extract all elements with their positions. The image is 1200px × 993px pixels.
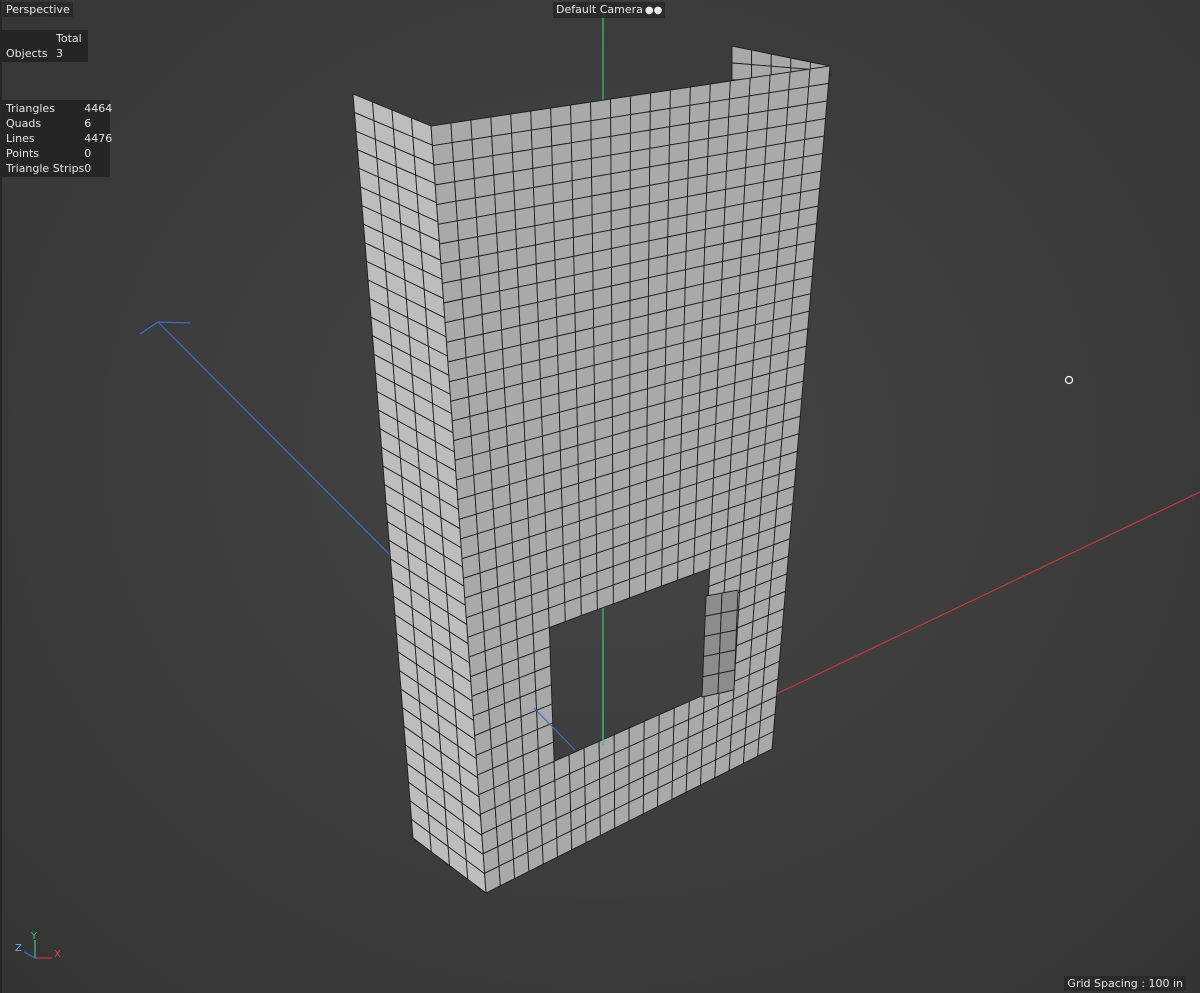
mesh-face (437, 220, 459, 245)
mesh-face (551, 161, 573, 185)
world-axis-z-cap2 (139, 321, 159, 335)
stats-value: 0 (84, 147, 92, 160)
mesh-face (451, 138, 474, 163)
mesh-face (610, 132, 631, 156)
mesh-face (669, 86, 691, 109)
camera-name-label: Default Camera (556, 3, 643, 16)
object-stats-panel: Total Objects 3 (2, 30, 88, 62)
mesh-face (718, 649, 737, 674)
mesh-face (512, 148, 534, 173)
stats-value: 6 (84, 117, 92, 130)
mesh-face (701, 672, 720, 698)
mesh-face (720, 589, 739, 614)
gizmo-z-label: Z (15, 943, 22, 954)
mesh-face (704, 592, 723, 617)
mesh-face (455, 197, 477, 222)
grid-spacing-label: Grid Spacing : 100 in (1064, 976, 1186, 991)
mesh-face (471, 135, 494, 160)
mesh-face (550, 123, 572, 147)
mesh-face (570, 139, 592, 163)
geometry-stats-panel: Triangles 4464 Quads 6 Lines 4476 Points… (2, 100, 112, 177)
front-wall-mesh (430, 65, 831, 894)
mesh-face (570, 101, 592, 125)
mesh-face (454, 177, 476, 202)
mesh-face (590, 98, 612, 122)
stats-row: Objects 3 (6, 46, 82, 61)
mesh-face (492, 151, 514, 176)
mesh-face (570, 120, 592, 144)
3d-viewport[interactable]: Perspective Default Camera ●● Total Objec… (0, 0, 1200, 993)
mesh-face (473, 174, 496, 199)
world-axis-x (769, 491, 1200, 698)
mesh-face (719, 609, 738, 634)
mesh-face (689, 83, 711, 106)
mesh-face (490, 113, 513, 137)
stats-row: Triangle Strips 0 (6, 161, 112, 176)
mesh-face (431, 142, 454, 166)
mesh-face (530, 126, 553, 150)
mesh-face (550, 104, 572, 128)
mesh-face (430, 122, 453, 147)
mesh-face (511, 129, 533, 154)
mesh-face (436, 200, 458, 225)
axis-gizmo: Y Z X (10, 930, 70, 965)
camera-icon: ●● (644, 5, 663, 16)
stats-row: Points 0 (6, 146, 112, 161)
stats-row: Quads 6 (6, 116, 112, 131)
mesh-face (491, 132, 513, 157)
mesh-face (470, 116, 493, 141)
world-axis-z-cap (157, 321, 191, 324)
stats-value: 3 (56, 47, 63, 60)
stats-label: Points (6, 147, 40, 160)
mesh-face (472, 155, 495, 179)
mesh-face (551, 142, 573, 166)
mesh-face (610, 95, 631, 119)
mesh-face (532, 164, 554, 189)
mesh-face (703, 612, 722, 637)
world-axis-z (157, 321, 411, 576)
stats-label: Lines (6, 132, 35, 145)
mesh-face (433, 161, 456, 186)
mesh-face (770, 53, 792, 69)
stats-row: Triangles 4464 (6, 101, 112, 116)
mesh-face (629, 110, 651, 134)
mesh-face (450, 119, 473, 144)
gizmo-y-label: Y (31, 931, 38, 942)
mesh-face (703, 632, 721, 658)
cursor-ring-icon (1064, 375, 1074, 385)
stats-value: 0 (84, 162, 92, 175)
mesh-face (731, 45, 753, 66)
mesh-face (531, 145, 553, 169)
stats-label: Quads (6, 117, 42, 130)
stats-label: Triangle Strips (6, 162, 85, 175)
mesh-face (702, 652, 721, 678)
camera-menu-button[interactable]: Default Camera ●● (553, 2, 666, 18)
mesh-face (630, 92, 651, 116)
mesh-face (717, 669, 736, 695)
stats-label: Triangles (6, 102, 55, 115)
mesh-face (512, 167, 534, 192)
mesh-face (453, 158, 475, 183)
mesh-face (610, 114, 631, 137)
stats-row: Lines 4476 (6, 131, 112, 146)
scene-canvas[interactable] (0, 0, 1200, 993)
stats-total-header: Total (56, 32, 82, 45)
stats-value: 4476 (84, 132, 113, 145)
stats-label: Objects (6, 47, 48, 60)
mesh-face (590, 135, 612, 159)
mesh-face (530, 107, 552, 131)
gizmo-x-label: X (54, 949, 61, 960)
mesh-face (590, 117, 612, 141)
view-name-label[interactable]: Perspective (3, 2, 73, 17)
mesh-face (434, 181, 457, 206)
opening-jamb-mesh (701, 589, 739, 698)
mesh-face (719, 629, 737, 654)
mesh-face (751, 49, 772, 67)
mesh-face (731, 62, 753, 81)
stats-value: 4464 (84, 102, 113, 115)
mesh-face (649, 89, 671, 113)
mesh-face (494, 190, 516, 215)
mesh-face (510, 110, 532, 134)
